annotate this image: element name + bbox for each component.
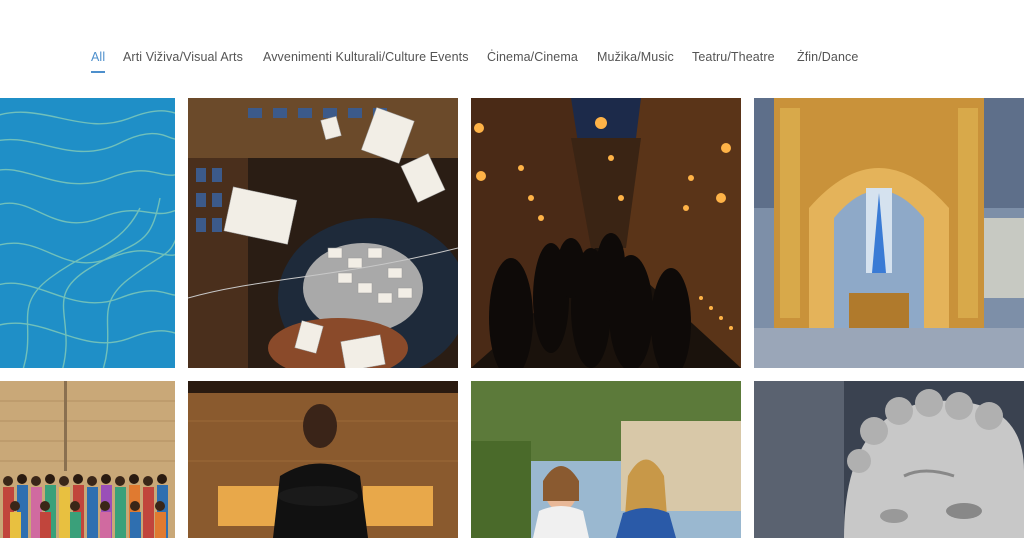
portfolio-item-lantern-street[interactable] (471, 98, 741, 368)
portfolio-item-man-on-stage[interactable] (188, 381, 458, 538)
painted-gateway-image (754, 98, 1024, 368)
theatre-papers-image (188, 98, 458, 368)
filter-cinema[interactable]: Ċinema/Cinema (487, 50, 578, 64)
portfolio-item-blue-pattern[interactable] (0, 98, 175, 368)
blue-pattern-image (0, 98, 175, 368)
filter-visual-arts[interactable]: Arti Viživa/Visual Arts (123, 50, 243, 64)
two-women-image (471, 381, 741, 538)
portfolio-item-statue-head[interactable] (754, 381, 1024, 538)
filter-dance[interactable]: Żfin/Dance (797, 50, 858, 64)
man-on-stage-image (188, 381, 458, 538)
portfolio-item-choir-group[interactable] (0, 381, 175, 538)
portfolio-item-theatre-papers[interactable] (188, 98, 458, 368)
filter-music[interactable]: Mužika/Music (597, 50, 674, 64)
portfolio-item-two-women[interactable] (471, 381, 741, 538)
choir-group-image (0, 381, 175, 538)
filter-culture-events[interactable]: Avvenimenti Kulturali/Culture Events (263, 50, 469, 64)
category-filter-bar: All Arti Viživa/Visual Arts Avvenimenti … (0, 46, 1024, 76)
filter-all[interactable]: All (91, 50, 106, 73)
lantern-street-image (471, 98, 741, 368)
portfolio-item-painted-gateway[interactable] (754, 98, 1024, 368)
statue-head-image (754, 381, 1024, 538)
filter-theatre[interactable]: Teatru/Theatre (692, 50, 775, 64)
